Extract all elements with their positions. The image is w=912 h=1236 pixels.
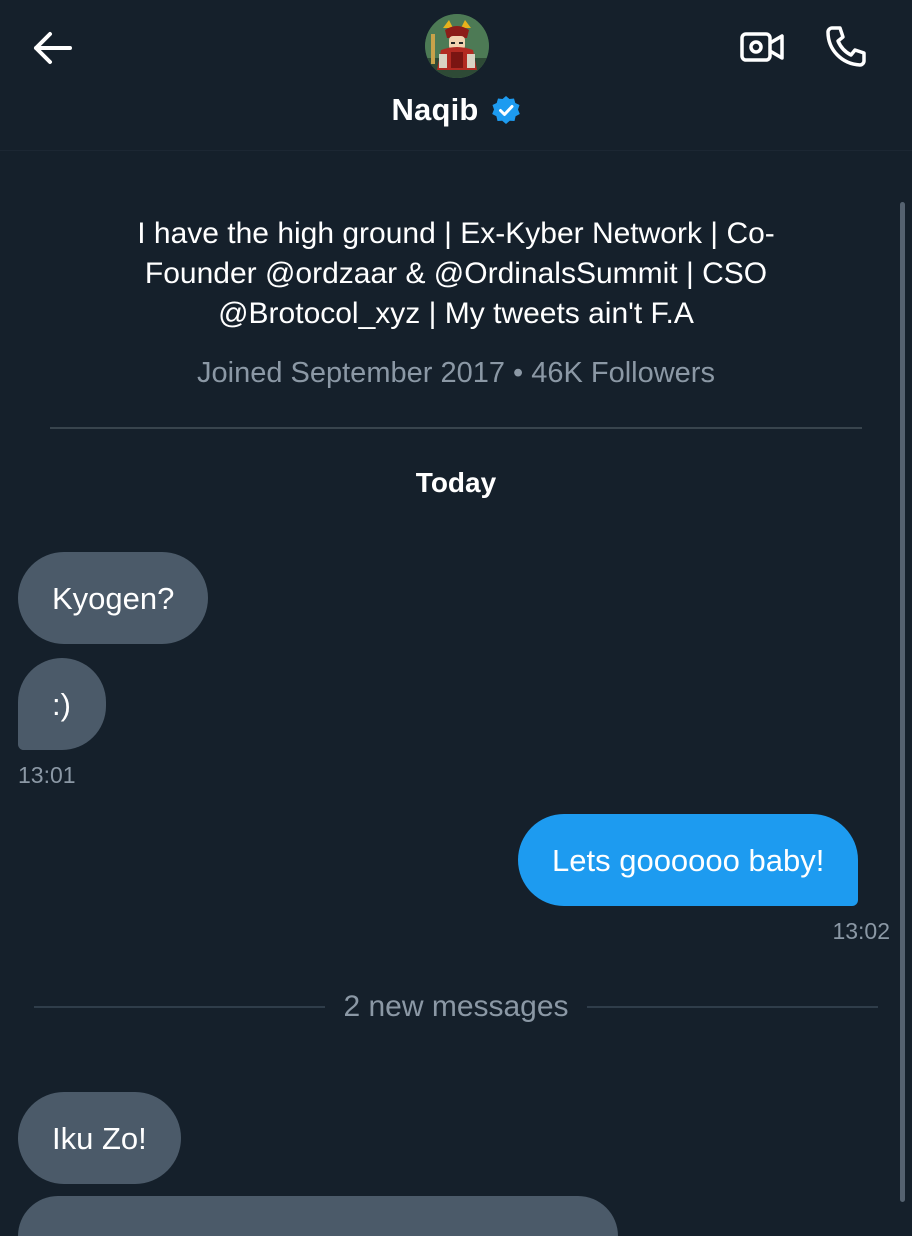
video-camera-icon xyxy=(740,32,784,62)
message-bubble-partial[interactable] xyxy=(18,1196,618,1236)
bio-line: @Brotocol_xyz | My tweets ain't F.A xyxy=(218,297,694,330)
voice-call-button[interactable] xyxy=(818,20,874,72)
new-messages-divider: 2 new messages xyxy=(34,990,878,1024)
divider xyxy=(50,427,862,429)
phone-icon xyxy=(826,26,866,67)
divider-line xyxy=(586,1006,878,1008)
verified-badge-icon xyxy=(491,96,520,124)
profile-meta: Joined September 2017 • 46K Followers xyxy=(197,357,715,389)
message-bubble-incoming[interactable]: Iku Zo! xyxy=(18,1092,181,1184)
scrollbar[interactable] xyxy=(900,202,905,1202)
date-separator: Today xyxy=(415,467,497,498)
bio-line: Founder @ordzaar & @OrdinalsSummit | CSO xyxy=(144,257,768,290)
message-timestamp: 13:02 xyxy=(832,918,890,944)
back-button[interactable] xyxy=(28,24,76,72)
contact-name[interactable]: Naqib xyxy=(391,92,478,128)
message-bubble-incoming[interactable]: :) xyxy=(18,658,106,750)
avatar[interactable] xyxy=(425,14,489,78)
bio-line: I have the high ground | Ex-Kyber Networ… xyxy=(137,217,775,250)
message-bubble-outgoing[interactable]: Lets goooooo baby! xyxy=(518,814,859,906)
profile-bio: I have the high ground | Ex-Kyber Networ… xyxy=(80,214,832,334)
title-row: Naqib xyxy=(0,92,912,128)
message-timestamp: 13:01 xyxy=(18,762,76,788)
divider-line xyxy=(34,1006,326,1008)
message-bubble-incoming[interactable]: Kyogen? xyxy=(18,552,209,644)
avatar-image xyxy=(425,14,489,78)
video-call-button[interactable] xyxy=(734,22,790,72)
conversation-header: Naqib xyxy=(0,0,912,151)
arrow-left-icon xyxy=(34,32,72,64)
new-messages-label: 2 new messages xyxy=(343,990,569,1023)
